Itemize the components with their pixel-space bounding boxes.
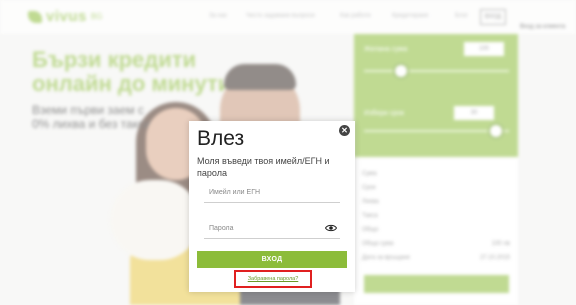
login-button[interactable]: ВХОД	[197, 251, 347, 268]
password-placeholder: Парола	[209, 225, 234, 232]
forgot-password-highlight: Забравена парола?	[234, 270, 312, 288]
login-modal: ✕ Влез Моля въведи твоя имейл/ЕГН и паро…	[189, 121, 355, 292]
modal-title: Влез	[197, 127, 245, 150]
email-placeholder: Имейл или ЕГН	[209, 189, 261, 196]
email-field[interactable]: Имейл или ЕГН	[204, 184, 340, 203]
forgot-password-link[interactable]: Забравена парола?	[244, 276, 302, 282]
close-icon[interactable]: ✕	[339, 125, 350, 136]
modal-subtitle: Моля въведи твоя имейл/ЕГН и парола	[197, 156, 330, 178]
eye-icon[interactable]	[325, 222, 337, 234]
password-field[interactable]: Парола	[204, 220, 340, 239]
